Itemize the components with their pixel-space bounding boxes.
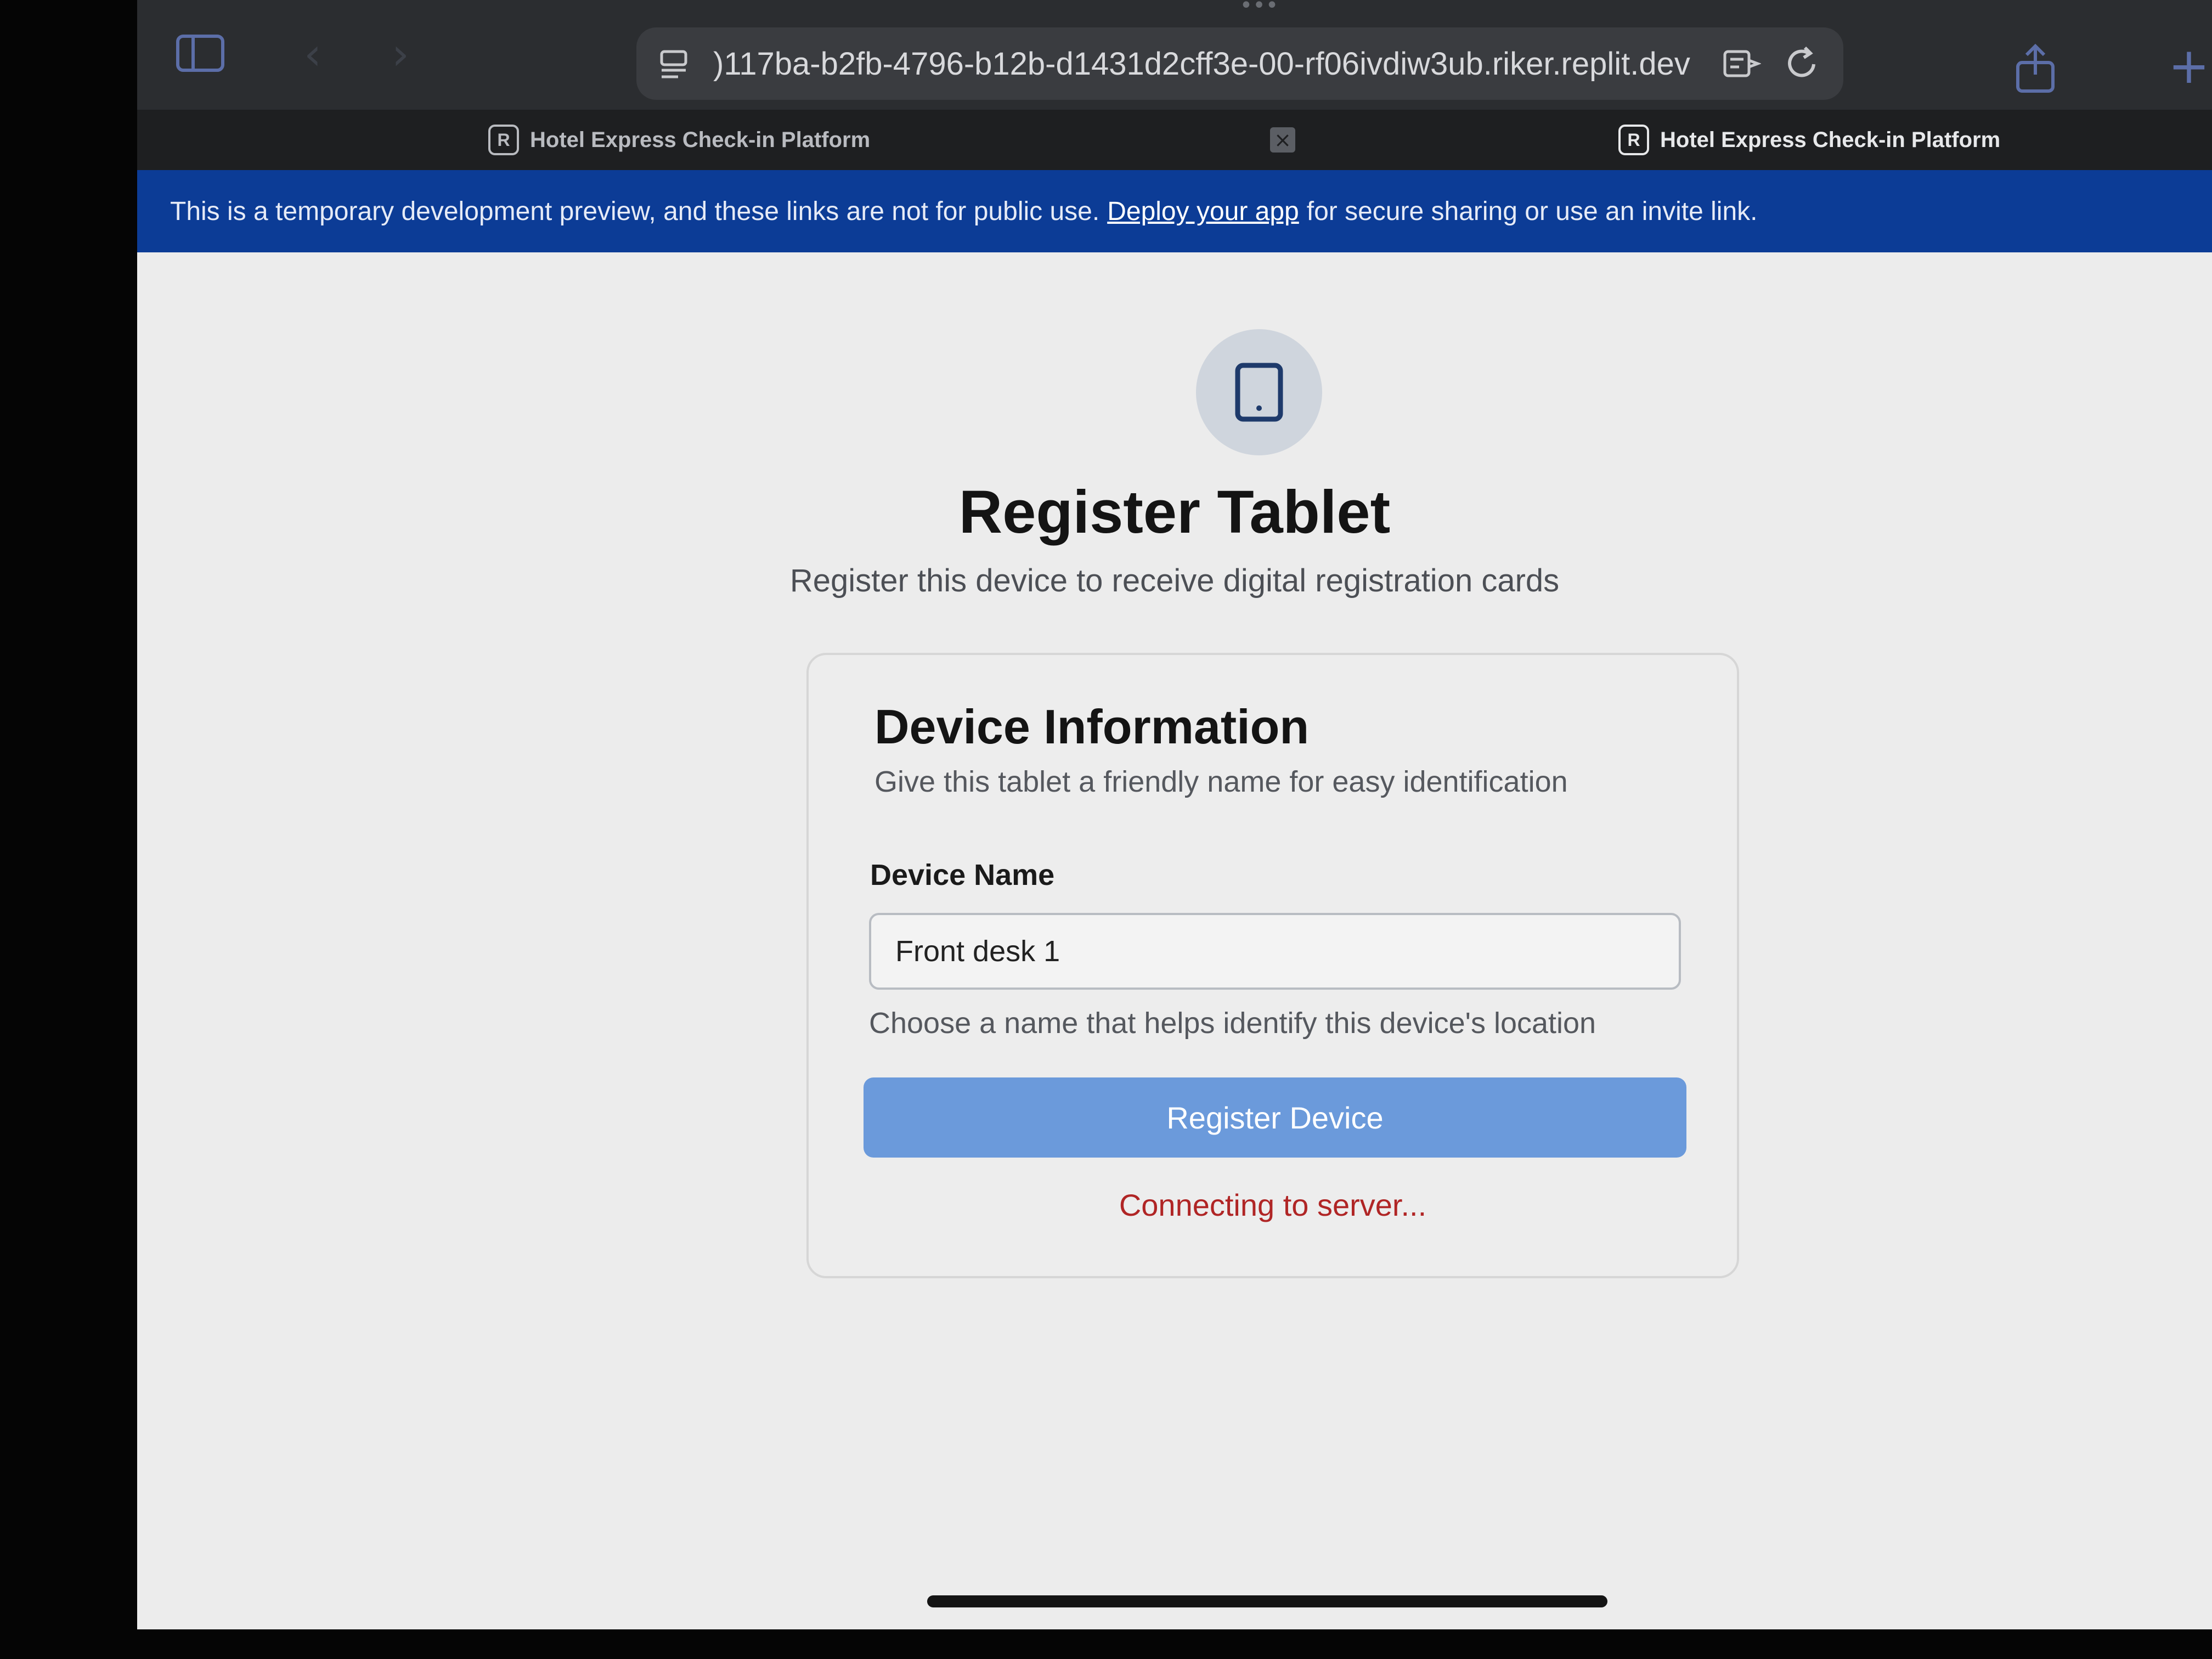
device-information-card: Device Information Give this tablet a fr… [806,653,1739,1278]
share-icon[interactable] [2013,44,2057,93]
tab-hotel-checkin-2[interactable]: R Hotel Express Check-in Platform [1618,110,2000,170]
plus-icon[interactable]: + [2167,37,2211,95]
reader-mode-icon[interactable] [1723,47,1762,80]
device-name-label: Device Name [870,859,1055,891]
replit-logo-icon: R [488,125,519,155]
device-name-input[interactable] [869,913,1681,990]
tab-label: Hotel Express Check-in Platform [530,127,871,152]
tab-label: Hotel Express Check-in Platform [1660,127,2001,152]
deploy-app-link[interactable]: Deploy your app [1107,196,1299,227]
tablet-icon [1196,329,1322,455]
banner-text: This is a temporary development preview,… [170,196,1100,226]
replit-logo-icon: R [1618,125,1649,155]
dev-preview-banner: This is a temporary development preview,… [137,170,2212,252]
home-indicator[interactable] [927,1595,1607,1607]
sidebar-toggle-icon[interactable] [176,34,225,72]
card-description: Give this tablet a friendly name for eas… [874,765,1568,798]
tab-bar: R Hotel Express Check-in Platform R Hote… [137,110,2212,170]
device-name-help-text: Choose a name that helps identify this d… [869,1007,1596,1040]
chevron-left-icon[interactable]: ‹ [296,29,329,80]
banner-text-end: for secure sharing or use an invite link… [1306,196,1758,226]
page-subtitle: Register this device to receive digital … [789,563,1560,599]
reload-icon[interactable] [1783,44,1821,83]
tab-hotel-checkin-1[interactable]: R Hotel Express Check-in Platform [488,110,870,170]
browser-window: ‹ › ••• )117ba-b2fb-4796-b12b-d1431d2cff… [137,0,2212,1629]
card-title: Device Information [874,699,1310,754]
page-menu-icon[interactable] [658,47,691,80]
browser-toolbar: ‹ › ••• )117ba-b2fb-4796-b12b-d1431d2cff… [137,0,2212,110]
page-content: Register Tablet Register this device to … [137,252,2212,1629]
chevron-right-icon[interactable]: › [384,29,417,80]
register-device-button[interactable]: Register Device [864,1077,1686,1158]
close-icon[interactable]: × [1270,127,1295,153]
page-menu-icon[interactable]: ••• [1234,0,1284,16]
url-text[interactable]: )117ba-b2fb-4796-b12b-d1431d2cff3e-00-rf… [713,46,1706,82]
address-bar[interactable]: )117ba-b2fb-4796-b12b-d1431d2cff3e-00-rf… [636,27,1843,100]
connection-status-text: Connecting to server... [1119,1188,1427,1222]
page-title: Register Tablet [958,478,1391,546]
